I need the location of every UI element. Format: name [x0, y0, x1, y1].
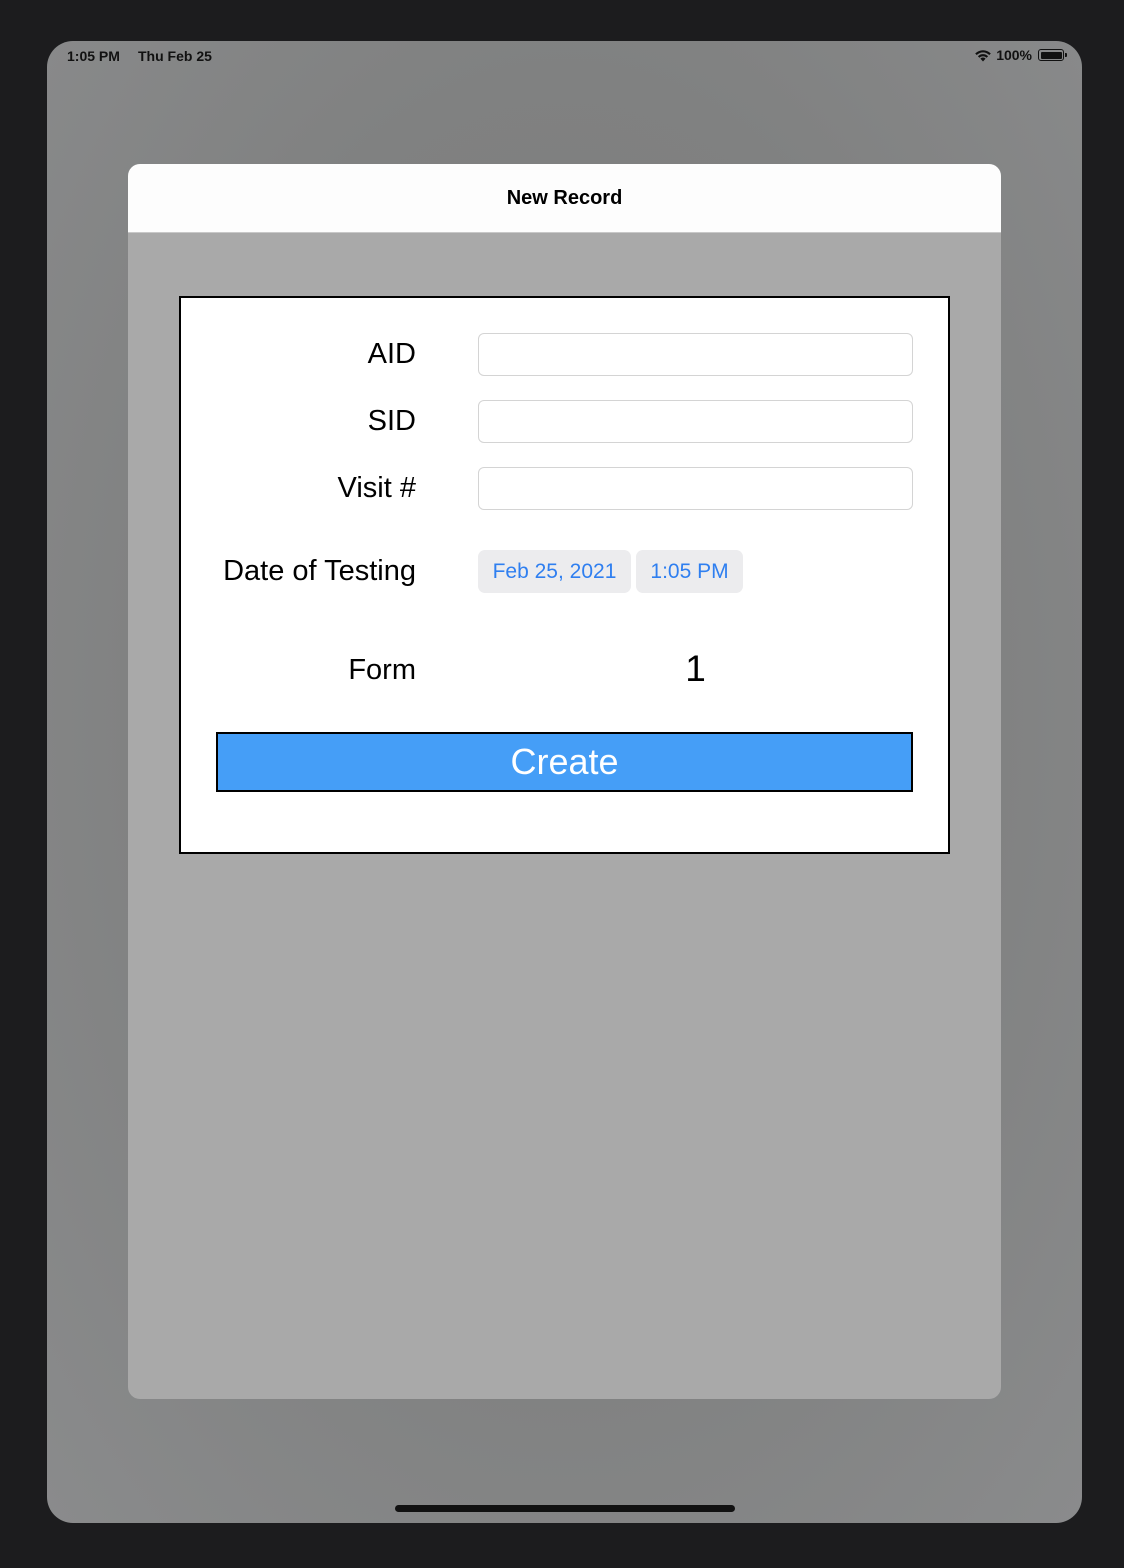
date-picker-button[interactable]: Feb 25, 2021	[478, 550, 631, 593]
battery-fill	[1040, 51, 1062, 59]
form-number-value: 1	[685, 648, 706, 689]
status-indicators: 100%	[974, 47, 1067, 63]
battery-percent: 100%	[996, 47, 1032, 63]
home-indicator[interactable]	[395, 1505, 735, 1512]
status-date: Thu Feb 25	[138, 48, 212, 64]
record-form: AID SID Visit # Date of Testing Feb 25, …	[179, 296, 950, 854]
aid-input[interactable]	[478, 333, 913, 376]
visit-number-input[interactable]	[478, 467, 913, 510]
sid-input[interactable]	[478, 400, 913, 443]
visit-number-label: Visit #	[337, 472, 416, 504]
aid-label: AID	[367, 338, 416, 370]
sheet-header: New Record	[128, 164, 1001, 233]
sheet-title: New Record	[506, 187, 623, 209]
status-bar: 1:05 PM Thu Feb 25 100%	[47, 41, 1082, 71]
battery-icon	[1038, 49, 1067, 61]
device-frame: 1:05 PM Thu Feb 25 100% New Record AID S…	[0, 0, 1124, 1568]
form-label: Form	[348, 654, 416, 686]
create-button[interactable]: Create	[216, 732, 913, 792]
sid-label: SID	[367, 405, 416, 437]
status-time: 1:05 PM	[67, 48, 120, 64]
battery-nub	[1065, 53, 1067, 57]
wifi-icon	[974, 49, 992, 62]
screen: 1:05 PM Thu Feb 25 100% New Record AID S…	[47, 41, 1082, 1523]
new-record-sheet: New Record AID SID Visit # Date of Testi…	[128, 164, 1001, 1399]
date-of-testing-label: Date of Testing	[223, 555, 416, 587]
time-picker-button[interactable]: 1:05 PM	[636, 550, 743, 593]
